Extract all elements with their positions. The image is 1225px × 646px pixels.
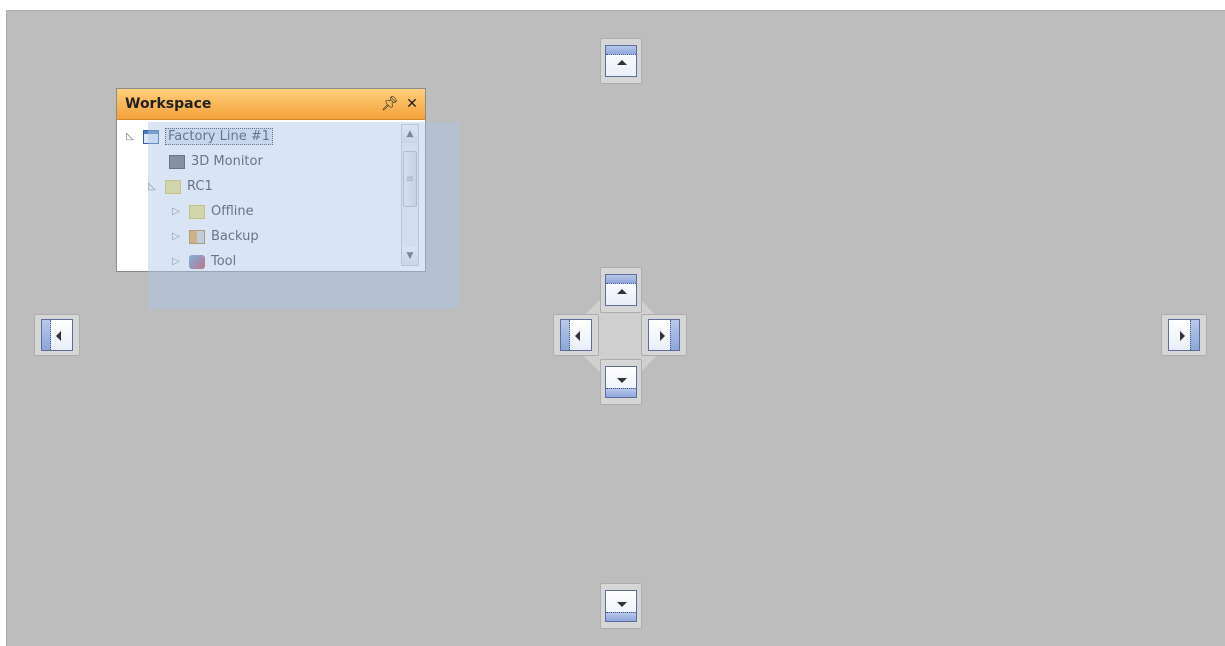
dock-center-top-guide[interactable]	[600, 267, 642, 313]
dock-left-guide[interactable]	[34, 314, 80, 356]
dock-bottom-icon	[605, 590, 637, 622]
dock-center-right-icon	[648, 319, 680, 351]
dock-center-bottom-guide[interactable]	[600, 359, 642, 405]
workspace-title: Workspace	[125, 96, 212, 112]
dock-center-left-icon	[560, 319, 592, 351]
dock-right-icon	[1168, 319, 1200, 351]
collapse-icon[interactable]: ◺	[123, 131, 137, 142]
dock-center-left-guide[interactable]	[553, 314, 599, 356]
dock-center-bottom-icon	[605, 366, 637, 398]
dock-bottom-guide[interactable]	[600, 583, 642, 629]
pin-icon[interactable]: 📌︎	[381, 94, 399, 114]
dock-top-guide[interactable]	[600, 38, 642, 84]
dock-left-icon	[41, 319, 73, 351]
dock-center-right-guide[interactable]	[641, 314, 687, 356]
close-icon[interactable]: ✕	[403, 94, 421, 114]
dock-right-guide[interactable]	[1161, 314, 1207, 356]
dock-top-icon	[605, 45, 637, 77]
dock-center-compass	[553, 267, 687, 405]
workspace-panel-header[interactable]: Workspace 📌︎ ✕	[117, 89, 425, 120]
dock-center-top-icon	[605, 274, 637, 306]
dock-preview-overlay	[148, 122, 459, 309]
